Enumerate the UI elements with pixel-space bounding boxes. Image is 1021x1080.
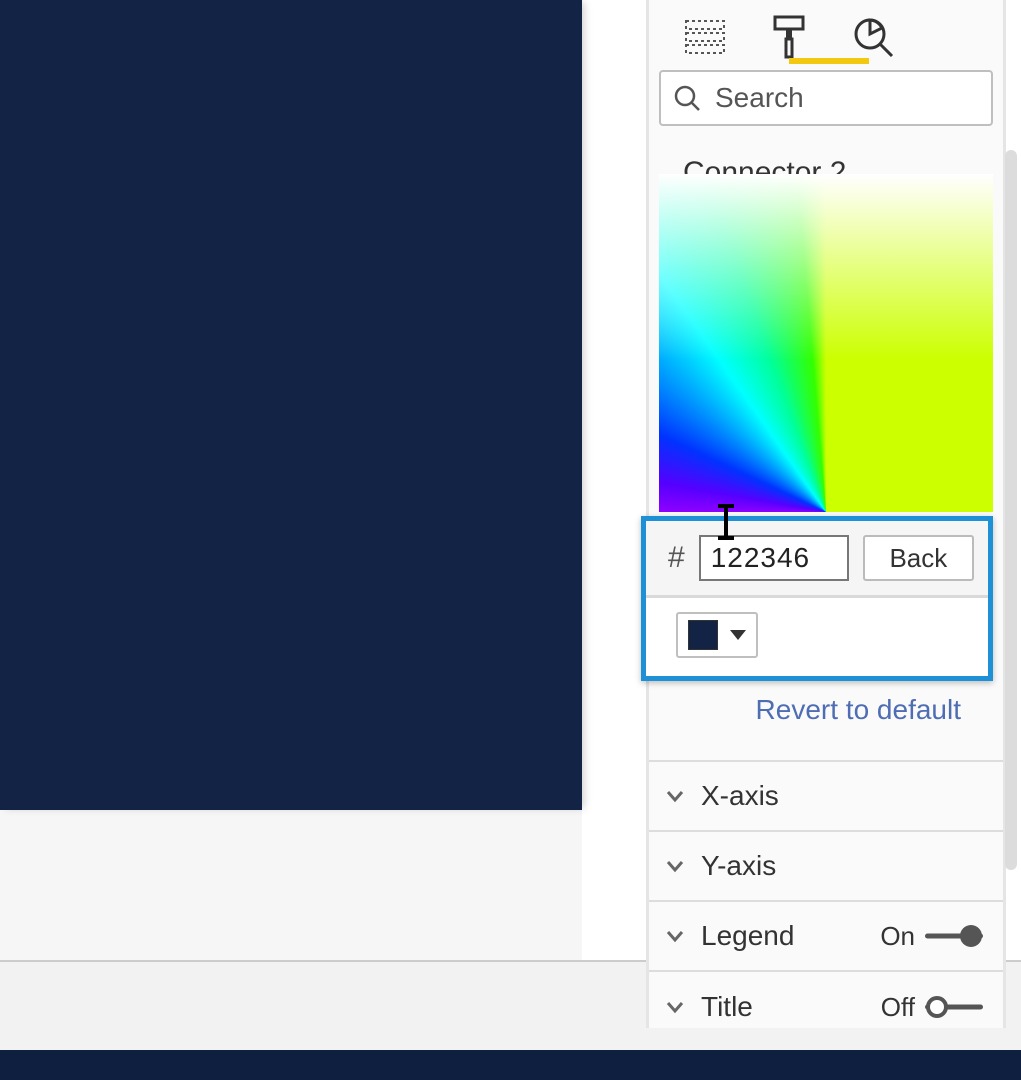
visualizations-format-panel: Connector 2 # Back Revert to default <box>646 0 1006 1028</box>
status-bar <box>0 1050 1021 1080</box>
section-label: Title <box>701 991 753 1023</box>
section-label: X-axis <box>701 780 779 812</box>
panel-tabs <box>649 0 1003 66</box>
section-header-clipped: Connector 2 <box>683 156 846 174</box>
section-row-legend[interactable]: Legend On <box>649 902 1003 972</box>
format-tab-icon[interactable] <box>767 15 811 59</box>
color-hex-block: # Back <box>641 516 993 681</box>
title-toggle[interactable] <box>925 996 983 1018</box>
format-sections: X-axis Y-axis Legend On <box>649 760 1003 1042</box>
toggle-state-label: On <box>880 921 915 952</box>
chevron-down-icon <box>730 630 746 640</box>
chevron-down-icon <box>663 854 687 878</box>
section-row-x-axis[interactable]: X-axis <box>649 762 1003 832</box>
section-label: Y-axis <box>701 850 776 882</box>
hex-input[interactable] <box>699 535 849 581</box>
fields-tab-icon[interactable] <box>683 15 727 59</box>
panel-scrollbar[interactable] <box>1005 150 1017 870</box>
revert-to-default-link[interactable]: Revert to default <box>756 694 961 726</box>
section-row-title[interactable]: Title Off <box>649 972 1003 1042</box>
legend-toggle[interactable] <box>925 925 983 947</box>
back-button[interactable]: Back <box>863 535 974 581</box>
search-icon <box>673 84 701 112</box>
visual-background[interactable] <box>0 0 582 810</box>
active-tab-indicator <box>789 58 869 64</box>
section-row-y-axis[interactable]: Y-axis <box>649 832 1003 902</box>
text-cursor-icon <box>724 504 728 540</box>
toggle-state-label: Off <box>881 992 915 1023</box>
hex-prefix-label: # <box>668 541 685 575</box>
section-label: Legend <box>701 920 794 952</box>
color-swatch-chip <box>688 620 718 650</box>
chevron-down-icon <box>663 924 687 948</box>
chevron-down-icon <box>663 995 687 1019</box>
chevron-down-icon <box>663 784 687 808</box>
analytics-tab-icon[interactable] <box>851 15 895 59</box>
color-spectrum[interactable] <box>659 174 993 512</box>
search-input[interactable] <box>715 82 979 114</box>
report-canvas[interactable] <box>0 0 582 960</box>
search-box[interactable] <box>659 70 993 126</box>
color-swatch-dropdown[interactable] <box>676 612 758 658</box>
